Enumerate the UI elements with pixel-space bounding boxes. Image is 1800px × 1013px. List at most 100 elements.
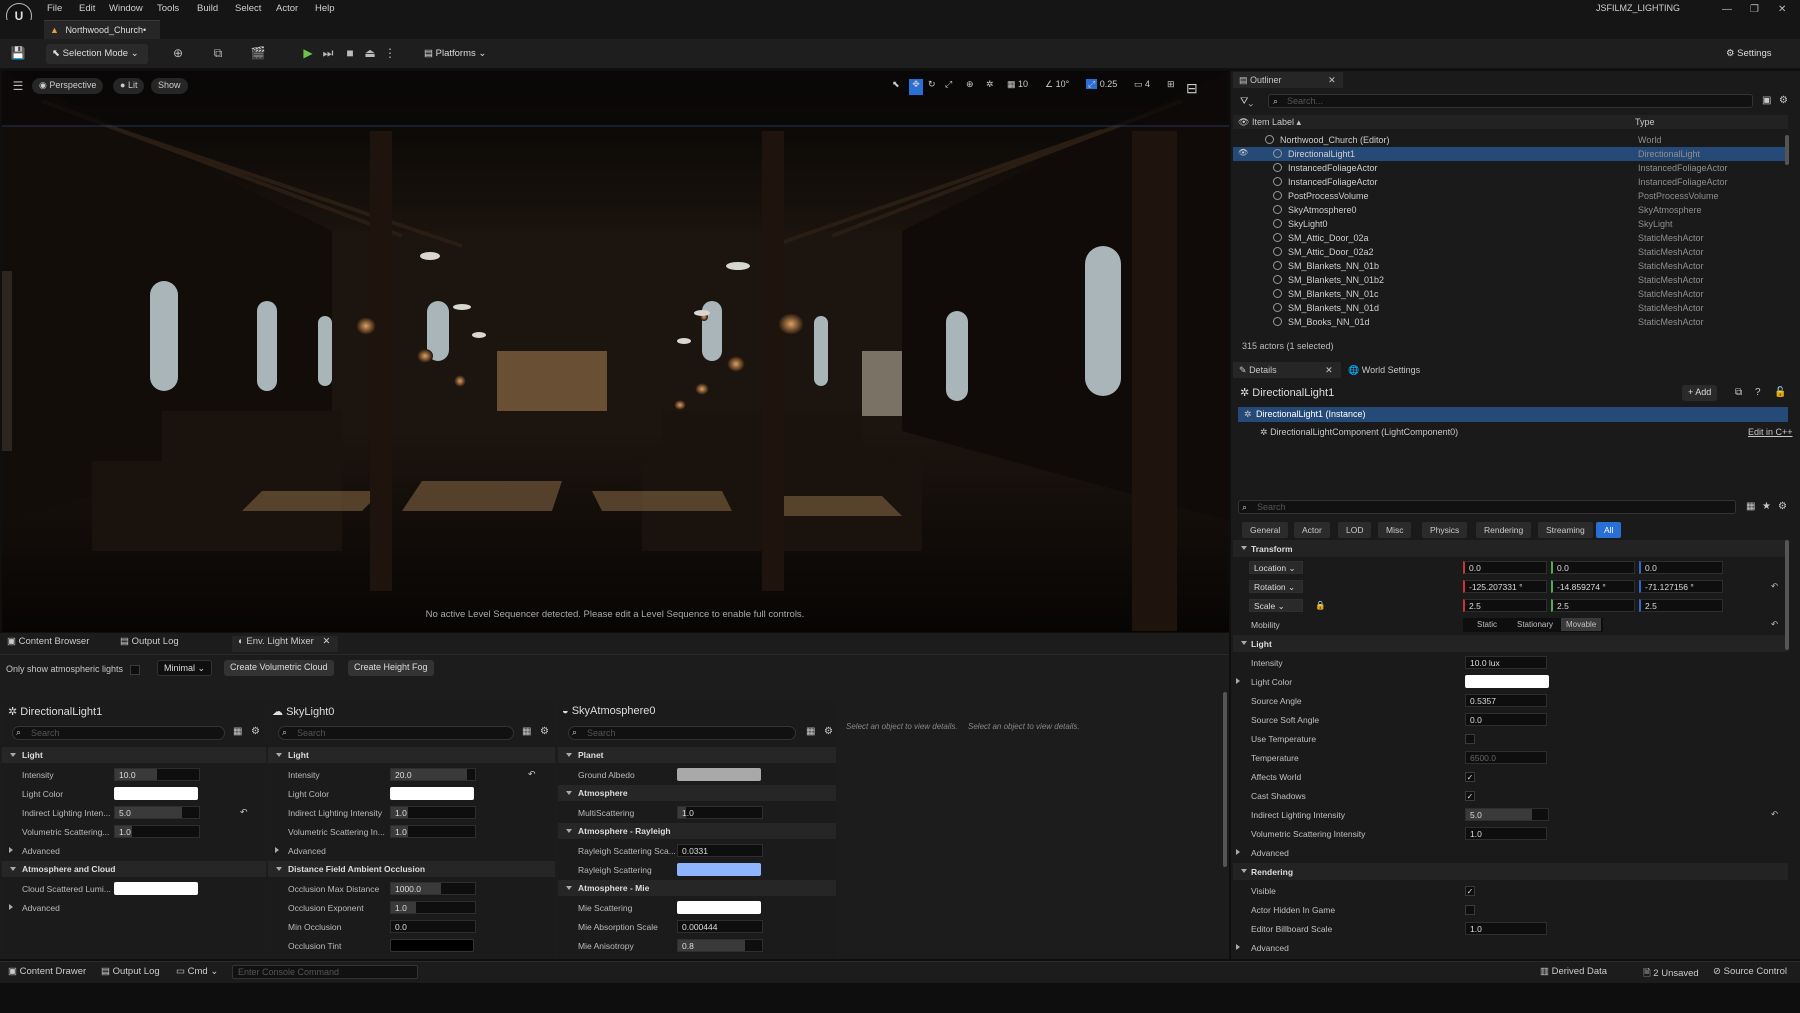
details-intensity-field[interactable]: 10.0 lux	[1465, 656, 1547, 669]
only-show-atmospheric-checkbox[interactable]	[130, 665, 140, 675]
tab-world-settings[interactable]: 🌐 World Settings	[1348, 365, 1420, 376]
billboard-scale-field[interactable]: 1.0	[1465, 922, 1547, 935]
tab-outliner[interactable]: ▤ Outliner ✕	[1233, 72, 1343, 88]
filter-physics[interactable]: Physics	[1422, 522, 1468, 538]
dl-light-section[interactable]: Light	[2, 747, 266, 763]
close-tab-icon[interactable]: ✕	[322, 636, 330, 647]
outliner-row[interactable]: SM_Blankets_NN_01b2 StaticMeshActor	[1233, 273, 1788, 287]
filter-actor[interactable]: Actor	[1294, 522, 1330, 538]
scale-dropdown[interactable]: Scale ⌄	[1249, 599, 1303, 612]
outliner-scrollbar[interactable]	[1785, 135, 1789, 165]
rotation-y-field[interactable]: -14.859274 °	[1551, 580, 1635, 593]
details-search-input[interactable]: Search	[1238, 500, 1736, 514]
selection-mode-button[interactable]: ⬉ Selection Mode ⌄	[46, 44, 148, 64]
save-icon[interactable]: 💾	[10, 46, 26, 62]
atmo-planet-section[interactable]: Planet	[558, 747, 836, 763]
reset-icon[interactable]: ↶	[1771, 809, 1778, 820]
menu-edit[interactable]: Edit	[79, 3, 95, 14]
table-view-icon[interactable]: ▦	[233, 726, 242, 737]
atmo-mie-section[interactable]: Atmosphere - Mie	[558, 880, 836, 896]
rotation-z-field[interactable]: -71.127156 °	[1639, 580, 1723, 593]
layout-icon[interactable]: ⊟	[1186, 80, 1198, 96]
scale-tool-icon[interactable]: ⤢	[945, 79, 952, 95]
transform-section[interactable]: Transform	[1233, 540, 1788, 557]
dl-cloud-lumi-swatch[interactable]	[114, 882, 198, 895]
sky-occ-exp-field[interactable]: 1.0	[390, 901, 476, 914]
maximize-icon[interactable]: ❐	[1750, 4, 1759, 15]
filter-icon[interactable]: ⛛⌄	[1240, 96, 1253, 107]
visible-checkbox[interactable]: ✓	[1465, 886, 1475, 896]
details-advanced-row[interactable]: Advanced	[1233, 844, 1788, 862]
outliner-row[interactable]: InstancedFoliageActor InstancedFoliageAct…	[1233, 175, 1788, 189]
angle-snap-button[interactable]: ∠ 10°	[1045, 79, 1069, 95]
table-view-icon[interactable]: ▦	[1746, 501, 1755, 512]
menu-window[interactable]: Window	[109, 3, 143, 14]
menu-actor[interactable]: Actor	[276, 3, 298, 14]
output-log-button[interactable]: ▤ Output Log	[101, 966, 160, 977]
gear-icon[interactable]: ⚙	[1778, 501, 1787, 512]
filter-streaming[interactable]: Streaming	[1538, 522, 1593, 538]
filter-general[interactable]: General	[1242, 522, 1289, 538]
sky-volumetric-field[interactable]: 1.0	[390, 825, 476, 838]
derived-data-button[interactable]: ▥ Derived Data	[1540, 966, 1607, 977]
gear-icon[interactable]: ⚙	[1779, 95, 1788, 106]
details-advanced-2-row[interactable]: Advanced	[1233, 939, 1788, 957]
details-light-section[interactable]: Light	[1233, 635, 1788, 652]
perspective-button[interactable]: ◉ Perspective	[32, 78, 104, 94]
scale-x-field[interactable]: 2.5	[1463, 599, 1547, 612]
details-rendering-section[interactable]: Rendering	[1233, 863, 1788, 880]
hidden-in-game-checkbox[interactable]	[1465, 905, 1475, 915]
star-icon[interactable]: ★	[1762, 501, 1771, 512]
scale-z-field[interactable]: 2.5	[1639, 599, 1723, 612]
platforms-button[interactable]: ▤ Platforms ⌄	[418, 44, 492, 64]
tab-content-browser[interactable]: ▣ Content Browser	[7, 636, 89, 652]
details-scrollbar[interactable]	[1785, 540, 1789, 650]
dl-advanced-2[interactable]: Advanced	[0, 899, 60, 917]
location-x-field[interactable]: 0.0	[1463, 561, 1547, 574]
outliner-row[interactable]: SkyLight0 SkyLight	[1233, 217, 1788, 231]
lit-button[interactable]: ● Lit	[113, 78, 145, 94]
details-volumetric-field[interactable]: 1.0	[1465, 827, 1547, 840]
unsaved-button[interactable]: 🗎 2 Unsaved	[1643, 966, 1699, 982]
item-label-header[interactable]: Item Label ▴	[1252, 117, 1301, 128]
outliner-row[interactable]: 👁 DirectionalLight1 DirectionalLight	[1233, 147, 1788, 161]
select-tool-icon[interactable]: ⬉	[892, 79, 900, 95]
lock-icon[interactable]: 🔓	[1774, 387, 1786, 398]
dl-light-color-swatch[interactable]	[114, 787, 198, 800]
source-control-button[interactable]: ⊘ Source Control	[1713, 966, 1787, 977]
mobility-movable[interactable]: Movable	[1561, 618, 1602, 631]
maximize-viewport-icon[interactable]: ⊞	[1167, 79, 1175, 95]
create-volumetric-cloud-button[interactable]: Create Volumetric Cloud	[224, 660, 334, 676]
create-height-fog-button[interactable]: Create Height Fog	[348, 660, 434, 676]
atmo-rayleigh-section[interactable]: Atmosphere - Rayleigh	[558, 823, 836, 839]
menu-file[interactable]: File	[47, 3, 62, 14]
content-drawer-button[interactable]: ▣ Content Drawer	[8, 966, 86, 977]
atmo-multiscattering-field[interactable]: 1.0	[677, 806, 763, 819]
more-options-icon[interactable]: ⋮	[382, 46, 398, 62]
sky-search-input[interactable]: Search	[278, 726, 514, 740]
add-component-button[interactable]: + Add	[1682, 385, 1718, 401]
atmo-ground-albedo-swatch[interactable]	[677, 768, 761, 781]
add-folder-icon[interactable]: ▣	[1762, 95, 1771, 106]
rotate-tool-icon[interactable]: ↻	[928, 79, 936, 95]
cast-shadows-checkbox[interactable]: ✓	[1465, 791, 1475, 801]
location-dropdown[interactable]: Location ⌄	[1249, 561, 1303, 574]
sky-intensity-field[interactable]: 20.0	[390, 768, 476, 781]
gear-icon[interactable]: ⚙	[824, 726, 833, 737]
outliner-row[interactable]: SkyAtmosphere0 SkyAtmosphere	[1233, 203, 1788, 217]
hamburger-menu-icon[interactable]: ☰	[10, 79, 26, 95]
outliner-search-input[interactable]: Search...	[1268, 94, 1753, 108]
gear-icon[interactable]: ⚙	[540, 726, 549, 737]
atmo-rayleigh-scale-field[interactable]: 0.0331	[677, 844, 763, 857]
gear-icon[interactable]: ⚙	[251, 726, 260, 737]
affects-world-checkbox[interactable]: ✓	[1465, 772, 1475, 782]
mobility-stationary[interactable]: Stationary	[1513, 618, 1557, 631]
blueprint-icon[interactable]: ⧉	[210, 46, 226, 62]
reset-icon[interactable]: ↶	[528, 769, 536, 780]
tab-output-log[interactable]: ▤ Output Log	[120, 636, 179, 652]
filter-all[interactable]: All	[1596, 522, 1622, 538]
add-actor-icon[interactable]: ⊕	[170, 46, 186, 62]
dl-volumetric-field[interactable]: 1.0	[114, 825, 200, 838]
filter-rendering[interactable]: Rendering	[1476, 522, 1532, 538]
dl-search-input[interactable]: Search	[12, 726, 225, 740]
